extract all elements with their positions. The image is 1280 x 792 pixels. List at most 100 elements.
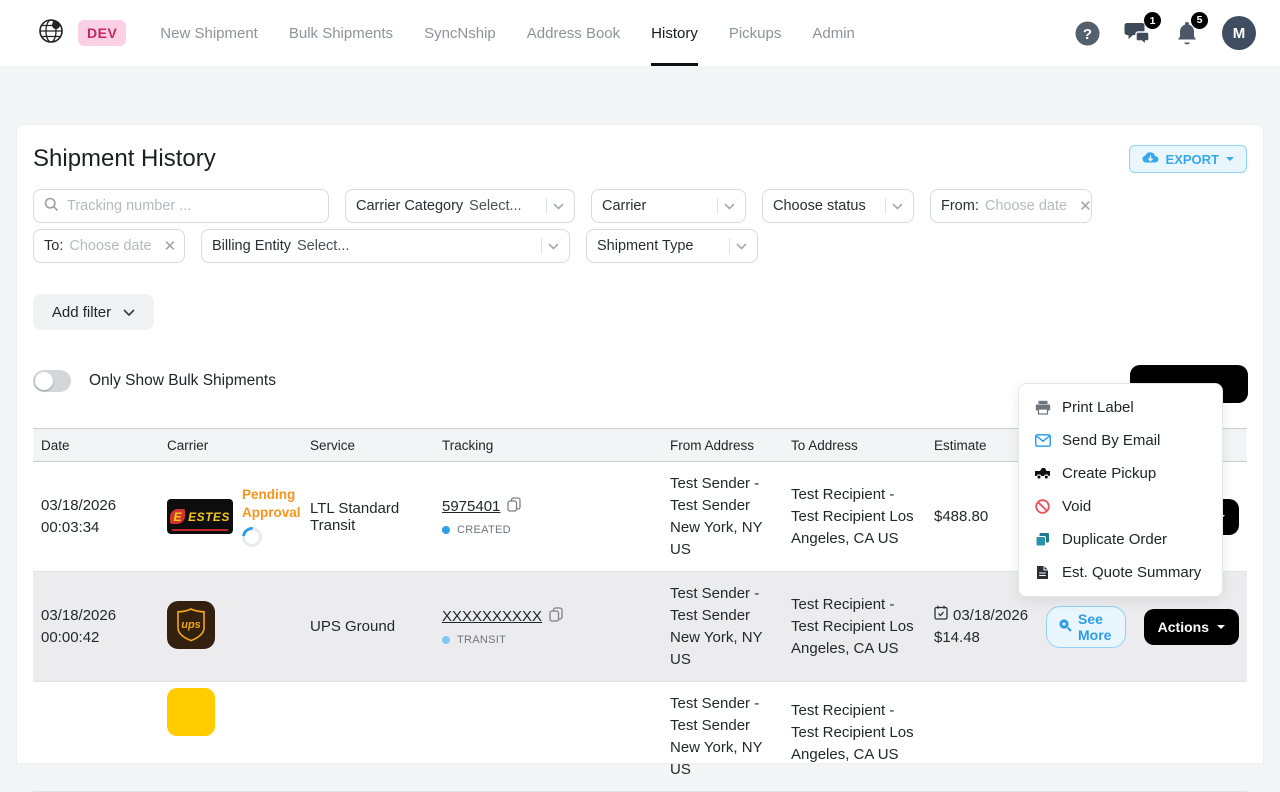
from-date-label: From: [941,198,979,214]
menu-item-create-pickup[interactable]: Create Pickup [1019,457,1222,490]
col-to-address: To Address [783,438,926,453]
avatar[interactable]: M [1222,16,1256,50]
to-address-cell: Test Recipient - Test Recipient Los Ange… [783,682,926,766]
col-carrier: Carrier [159,438,302,453]
to-date-label: To: [44,238,63,254]
bell-badge: 5 [1191,12,1208,29]
tracking-link[interactable]: XXXXXXXXXX [442,608,542,625]
brand[interactable]: DEV [38,18,126,49]
duplicate-icon [1034,532,1051,547]
env-badge: DEV [78,20,126,46]
tracking-cell: 5975401 CREATED [434,497,662,536]
copy-icon[interactable] [507,497,521,516]
file-icon [1034,565,1051,580]
help-icon[interactable]: ? [1074,20,1101,47]
shipment-type-label: Shipment Type [597,238,693,254]
col-tracking: Tracking [434,438,662,453]
billing-entity-value: Select... [297,238,349,254]
truck-icon [1034,467,1051,480]
status-badge: CREATED [442,524,654,536]
tracking-cell: XXXXXXXXXX TRANSIT [434,607,662,646]
loading-spinner-icon [238,523,266,551]
menu-item-duplicate-order[interactable]: Duplicate Order [1019,523,1222,556]
actions-button[interactable]: Actions [1144,609,1239,645]
chat-badge: 1 [1144,12,1161,29]
to-date-picker[interactable]: To: Choose date ✕ [33,229,185,263]
menu-item-print-label[interactable]: Print Label [1019,391,1222,424]
add-filter-button[interactable]: Add filter [33,294,154,330]
actions-dropdown-menu: Print Label Send By Email Create Pickup … [1018,383,1223,597]
nav-links: New Shipment Bulk Shipments SyncNship Ad… [160,0,855,66]
from-date-placeholder: Choose date [985,198,1067,214]
status-dot [442,526,450,534]
bulk-toggle-label: Only Show Bulk Shipments [89,372,276,390]
calendar-check-icon [934,605,948,627]
bulk-shipments-toggle[interactable] [33,370,71,392]
estimate-date: 03/18/2026 [953,605,1028,627]
status-select[interactable]: Choose status [762,189,914,223]
export-label: EXPORT [1166,152,1219,167]
menu-item-est-quote-summary[interactable]: Est. Quote Summary [1019,556,1222,589]
nav-item-admin[interactable]: Admin [812,0,855,66]
nav-item-address-book[interactable]: Address Book [527,0,620,66]
billing-entity-select[interactable]: Billing Entity Select... [201,229,570,263]
menu-item-void[interactable]: Void [1019,490,1222,523]
page-title: Shipment History [33,145,216,173]
to-address-cell: Test Recipient - Test Recipient Los Ange… [783,484,926,550]
menu-item-send-by-email[interactable]: Send By Email [1019,424,1222,457]
nav-item-new-shipment[interactable]: New Shipment [160,0,258,66]
estes-carrier-logo: E ESTES [167,499,233,534]
actions-cell: See More Actions [1038,606,1247,648]
svg-text:ups: ups [181,619,201,631]
nav-right: ? 1 5 M [1074,16,1256,50]
carrier-cell: E ESTES Pending Approval [159,486,302,547]
to-address-cell: Test Recipient - Test Recipient Los Ange… [783,594,926,660]
caret-down-icon [1226,157,1234,161]
billing-entity-label: Billing Entity [212,238,291,254]
chevron-down-icon [736,238,747,254]
col-service: Service [302,438,434,453]
estimate-cell: 03/18/2026 $14.48 [926,605,1038,649]
top-nav: DEV New Shipment Bulk Shipments SyncNshi… [0,0,1280,66]
envelope-icon [1034,434,1051,447]
carrier-cell [159,682,302,736]
carrier-label: Carrier [602,198,646,214]
chevron-down-icon [892,198,903,214]
from-date-picker[interactable]: From: Choose date ✕ [930,189,1092,223]
clear-icon[interactable]: ✕ [164,237,177,255]
from-address-cell: Test Sender - Test Sender New York, NY U… [662,693,783,781]
bell-icon[interactable]: 5 [1175,20,1199,47]
carrier-category-label: Carrier Category [356,198,463,214]
globe-logo-icon [38,18,64,49]
carrier-category-select[interactable]: Carrier Category Select... [345,189,575,223]
chevron-down-icon [724,198,735,214]
chevron-down-icon [553,198,564,214]
from-address-cell: Test Sender - Test Sender New York, NY U… [662,473,783,561]
date-cell: 03/18/2026 00:00:42 [33,605,159,649]
clear-icon[interactable]: ✕ [1079,197,1092,215]
search-icon [44,197,59,216]
copy-icon[interactable] [549,607,563,626]
tracking-number-input[interactable] [65,197,318,215]
ups-carrier-logo: ups [167,601,215,653]
carrier-select[interactable]: Carrier [591,189,746,223]
carrier-category-value: Select... [469,198,521,214]
tracking-link[interactable]: 5975401 [442,498,500,515]
filters: Carrier Category Select... Carrier Choos… [33,189,1247,263]
svg-text:?: ? [1083,26,1092,43]
dhl-carrier-logo [167,688,215,736]
shipment-type-select[interactable]: Shipment Type [586,229,758,263]
printer-icon [1034,400,1051,415]
nav-item-pickups[interactable]: Pickups [729,0,782,66]
nav-item-bulk-shipments[interactable]: Bulk Shipments [289,0,393,66]
nav-item-syncnship[interactable]: SyncNship [424,0,496,66]
nav-item-history[interactable]: History [651,0,698,66]
col-date: Date [33,438,159,453]
see-more-button[interactable]: See More [1046,606,1126,648]
magnifier-plus-icon [1058,618,1072,635]
to-date-placeholder: Choose date [69,238,151,254]
chat-icon[interactable]: 1 [1124,20,1152,46]
add-filter-label: Add filter [52,304,111,321]
export-button[interactable]: EXPORT [1129,145,1247,173]
void-icon [1034,499,1051,514]
